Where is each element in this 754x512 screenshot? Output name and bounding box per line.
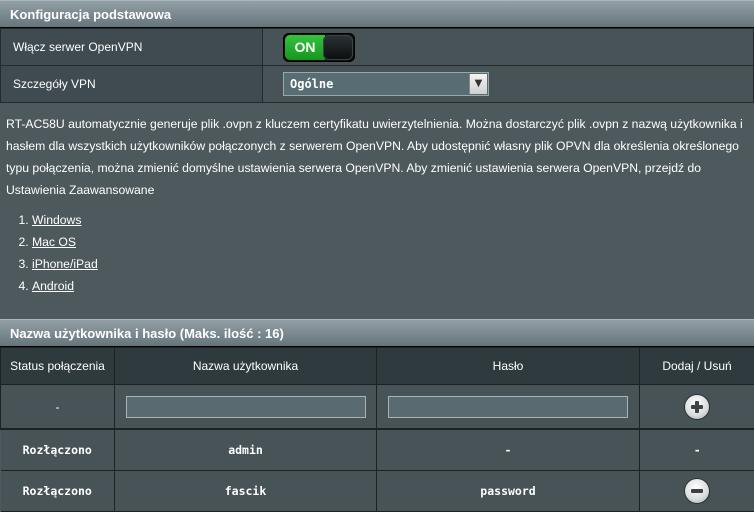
add-user-button[interactable] (685, 395, 709, 419)
vpn-details-cell: Ogólne ▼ (263, 66, 754, 103)
user-password: password (377, 471, 640, 512)
user-username: admin (115, 429, 377, 471)
list-item: Windows (32, 209, 754, 231)
basic-config-table: Włącz serwer OpenVPN ON Szczegóły VPN Og… (0, 28, 754, 103)
remove-user-button[interactable] (685, 479, 709, 503)
toggle-on-text: ON (285, 35, 325, 60)
table-row: Rozłączono admin - - (1, 429, 754, 471)
new-password-cell (377, 385, 640, 430)
vpn-details-selected-value: Ogólne (290, 77, 333, 91)
user-status: Rozłączono (1, 471, 115, 512)
add-cell (640, 385, 754, 430)
user-status: Rozłączono (1, 429, 115, 471)
remove-cell (640, 471, 754, 512)
users-section: Nazwa użytkownika i hasło (Maks. ilość :… (0, 319, 754, 512)
users-header: Nazwa użytkownika i hasło (Maks. ilość :… (0, 319, 754, 347)
user-password: - (377, 429, 640, 471)
table-row: Rozłączono fascik password (1, 471, 754, 512)
col-username-header: Nazwa użytkownika (115, 348, 377, 385)
openvpn-description: RT-AC58U automatycznie generuje plik .ov… (0, 103, 754, 201)
os-config-links: Windows Mac OS iPhone/iPad Android (0, 209, 754, 297)
mac-os-link[interactable]: Mac OS (32, 235, 76, 249)
android-link[interactable]: Android (32, 279, 74, 293)
new-user-row: - (1, 385, 754, 430)
col-status-header: Status połączenia (1, 348, 115, 385)
list-item: Android (32, 275, 754, 297)
list-item: Mac OS (32, 231, 754, 253)
list-item: iPhone/iPad (32, 253, 754, 275)
chevron-down-icon: ▼ (469, 74, 487, 94)
users-table: Status połączenia Nazwa użytkownika Hasł… (0, 347, 754, 512)
new-user-status: - (1, 385, 115, 430)
enable-openvpn-toggle[interactable]: ON (283, 33, 355, 62)
vpn-details-select[interactable]: Ogólne ▼ (283, 72, 489, 96)
vpn-details-label: Szczegóły VPN (1, 66, 263, 103)
users-table-header-row: Status połączenia Nazwa użytkownika Hasł… (1, 348, 754, 385)
plus-icon-vertical (695, 401, 699, 413)
toggle-knob (323, 35, 353, 60)
openvpn-settings-page: Konfiguracja podstawowa Włącz serwer Ope… (0, 0, 754, 505)
remove-icon (691, 489, 703, 493)
col-action-header: Dodaj / Usuń (640, 348, 754, 385)
col-password-header: Hasło (377, 348, 640, 385)
new-password-input[interactable] (388, 396, 628, 418)
new-username-input[interactable] (126, 396, 366, 418)
basic-config-header: Konfiguracja podstawowa (0, 0, 754, 28)
vpn-details-row: Szczegóły VPN Ogólne ▼ (1, 66, 754, 103)
enable-openvpn-cell: ON (263, 29, 754, 66)
new-username-cell (115, 385, 377, 430)
enable-openvpn-label: Włącz serwer OpenVPN (1, 29, 263, 66)
windows-link[interactable]: Windows (32, 213, 81, 227)
user-username: fascik (115, 471, 377, 512)
enable-openvpn-row: Włącz serwer OpenVPN ON (1, 29, 754, 66)
user-action: - (640, 429, 754, 471)
iphone-ipad-link[interactable]: iPhone/iPad (32, 257, 98, 271)
